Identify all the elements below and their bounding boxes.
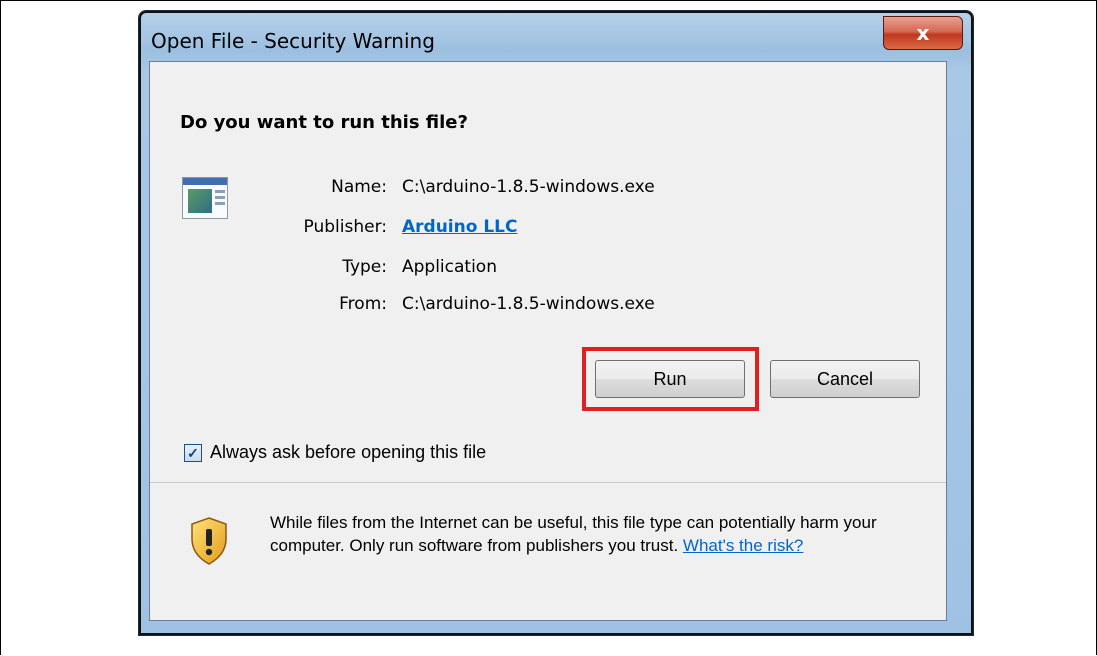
- warning-text-block: While files from the Internet can be use…: [270, 511, 910, 557]
- publisher-label: Publisher:: [303, 217, 387, 237]
- always-ask-label: Always ask before opening this file: [210, 442, 487, 462]
- type-value: Application: [402, 257, 497, 277]
- type-label: Type:: [342, 257, 387, 277]
- warning-footer: While files from the Internet can be use…: [150, 483, 946, 620]
- security-warning-dialog: Open File - Security Warning x Do you wa…: [138, 10, 974, 636]
- run-button-highlight: [582, 347, 759, 411]
- application-icon: [182, 177, 228, 219]
- from-label: From:: [339, 294, 387, 314]
- from-value: C:\arduino-1.8.5-windows.exe: [402, 294, 655, 314]
- whats-the-risk-link[interactable]: What's the risk?: [683, 536, 803, 555]
- publisher-link[interactable]: Arduino LLC: [402, 217, 517, 237]
- dialog-body: Do you want to run this file? Name: C:\a…: [149, 61, 947, 621]
- always-ask-checkbox[interactable]: ✓: [184, 444, 202, 462]
- shield-warning-icon: [191, 517, 227, 565]
- close-button[interactable]: x: [883, 16, 963, 50]
- name-value: C:\arduino-1.8.5-windows.exe: [402, 177, 655, 197]
- window-title: Open File - Security Warning: [151, 29, 435, 53]
- close-icon: x: [916, 21, 930, 45]
- dialog-heading: Do you want to run this file?: [180, 112, 468, 133]
- cancel-button[interactable]: Cancel: [770, 360, 920, 398]
- check-icon: ✓: [187, 444, 199, 461]
- name-label: Name:: [331, 177, 387, 197]
